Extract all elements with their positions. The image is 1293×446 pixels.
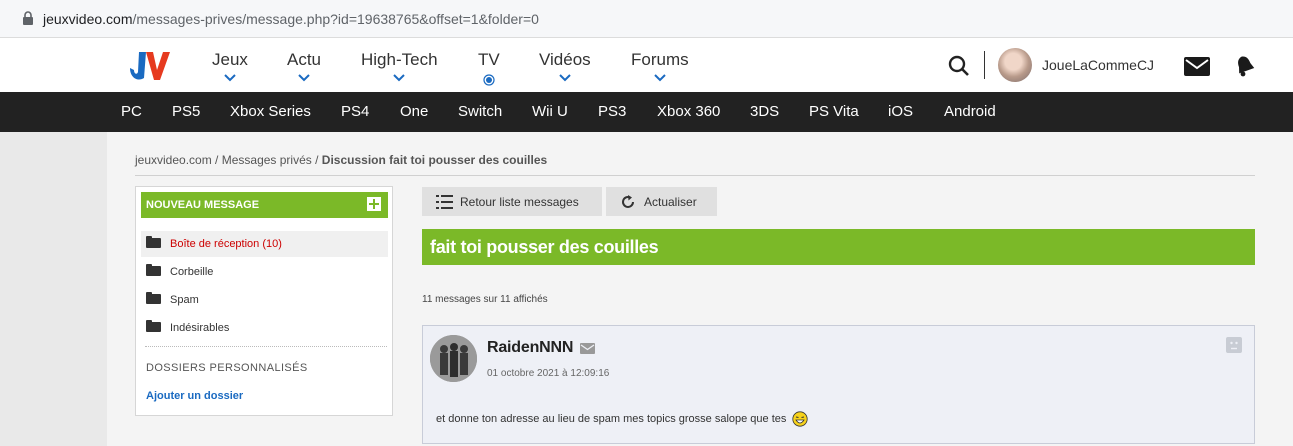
chevron-down-icon [298, 74, 310, 82]
folder-icon [146, 236, 161, 248]
breadcrumb-divider [135, 175, 1255, 176]
url-host: jeuxvideo.com [43, 11, 133, 27]
back-to-list-label: Retour liste messages [460, 195, 579, 209]
username[interactable]: JoueLaCommeCJ [1042, 57, 1154, 73]
refresh-label: Actualiser [644, 195, 697, 209]
breadcrumb-site[interactable]: jeuxvideo.com [135, 153, 212, 167]
breadcrumb-separator: / [211, 153, 222, 167]
plus-icon [367, 197, 381, 211]
refresh-icon [622, 195, 634, 208]
platform-3ds[interactable]: 3DS [750, 103, 779, 120]
laughing-smiley-icon [792, 411, 809, 427]
nav-actu-label: Actu [287, 50, 322, 69]
breadcrumb-current: Discussion fait toi pousser des couilles [321, 153, 548, 167]
breadcrumb-separator: / [311, 153, 322, 167]
folder-undesirables-label: Indésirables [170, 322, 230, 334]
topic-title: fait toi pousser des couilles [430, 237, 659, 257]
nav-jeux[interactable]: Jeux [212, 50, 248, 82]
chevron-down-icon [393, 74, 405, 82]
folder-trash[interactable]: Corbeille [141, 259, 388, 285]
platform-ios[interactable]: iOS [888, 103, 913, 120]
message-count: 11 messages sur 11 affichés [422, 294, 548, 305]
url-path: /messages-prives/message.php?id=19638765… [132, 11, 539, 27]
platform-android[interactable]: Android [944, 103, 996, 120]
refresh-button[interactable]: Actualiser [606, 187, 717, 216]
folder-icon [146, 292, 161, 304]
folder-undesirables[interactable]: Indésirables [141, 315, 388, 341]
bell-icon[interactable] [1233, 54, 1257, 78]
folder-spam[interactable]: Spam [141, 287, 388, 313]
back-to-list-button[interactable]: Retour liste messages [422, 187, 602, 216]
jv-logo[interactable] [126, 48, 172, 84]
user-avatar[interactable] [998, 48, 1032, 82]
platform-switch[interactable]: Switch [458, 103, 502, 120]
platform-xbox-360[interactable]: Xbox 360 [657, 103, 720, 120]
platform-one[interactable]: One [400, 103, 428, 120]
author-name[interactable]: RaidenNNN [487, 339, 573, 357]
chevron-down-icon [224, 74, 236, 82]
message-text: et donne ton adresse au lieu de spam mes… [436, 412, 787, 425]
folder-icon [146, 264, 161, 276]
folder-icon [146, 320, 161, 332]
platform-ps4[interactable]: PS4 [341, 103, 369, 120]
platform-ps5[interactable]: PS5 [172, 103, 200, 120]
folder-trash-label: Corbeille [170, 266, 214, 278]
url-text[interactable]: jeuxvideo.com/messages-prives/message.ph… [43, 11, 539, 27]
platform-ps-vita[interactable]: PS Vita [809, 103, 859, 120]
platform-xbox-series[interactable]: Xbox Series [230, 103, 311, 120]
nav-high-tech-label: High-Tech [361, 50, 438, 69]
platform-ps3[interactable]: PS3 [598, 103, 626, 120]
search-icon[interactable] [948, 55, 970, 77]
lock-icon [23, 11, 33, 25]
nav-high-tech[interactable]: High-Tech [361, 50, 438, 82]
nav-actu[interactable]: Actu [287, 50, 321, 82]
platform-pc[interactable]: PC [121, 103, 142, 120]
folder-inbox[interactable]: Boîte de réception (10) [141, 231, 388, 257]
sidebar-divider [145, 346, 387, 347]
nav-tv-label: TV [478, 50, 500, 69]
message-date: 01 octobre 2021 à 12:09:16 [487, 368, 610, 379]
nav-videos-label: Vidéos [539, 50, 591, 69]
add-folder-link[interactable]: Ajouter un dossier [146, 390, 243, 402]
nav-forums[interactable]: Forums [631, 50, 689, 82]
nav-jeux-label: Jeux [212, 50, 248, 69]
mail-icon[interactable] [1184, 57, 1210, 76]
header-divider [984, 51, 985, 79]
folder-spam-label: Spam [170, 294, 199, 306]
chevron-down-icon [654, 74, 666, 82]
nav-tv[interactable]: TV [478, 50, 500, 86]
new-message-button[interactable]: NOUVEAU MESSAGE [141, 192, 388, 218]
breadcrumb-section[interactable]: Messages privés [222, 153, 312, 167]
platform-wii-u[interactable]: Wii U [532, 103, 568, 120]
folder-inbox-label: Boîte de réception (10) [170, 238, 282, 250]
live-dot-icon [483, 74, 495, 86]
chevron-down-icon [559, 74, 571, 82]
custom-folders-title: DOSSIERS PERSONNALISÉS [146, 362, 308, 374]
report-icon[interactable] [1226, 337, 1242, 353]
new-message-label: NOUVEAU MESSAGE [146, 199, 260, 211]
message-body: et donne ton adresse au lieu de spam mes… [436, 411, 809, 427]
breadcrumb: jeuxvideo.com / Messages privés / Discus… [135, 153, 547, 167]
list-icon [436, 195, 453, 209]
author-avatar[interactable] [430, 335, 477, 382]
author-avatar-image [430, 335, 477, 382]
nav-forums-label: Forums [631, 50, 689, 69]
mail-icon[interactable] [580, 343, 595, 354]
browser-url-bar[interactable]: jeuxvideo.com/messages-prives/message.ph… [0, 0, 1293, 38]
nav-videos[interactable]: Vidéos [539, 50, 591, 82]
